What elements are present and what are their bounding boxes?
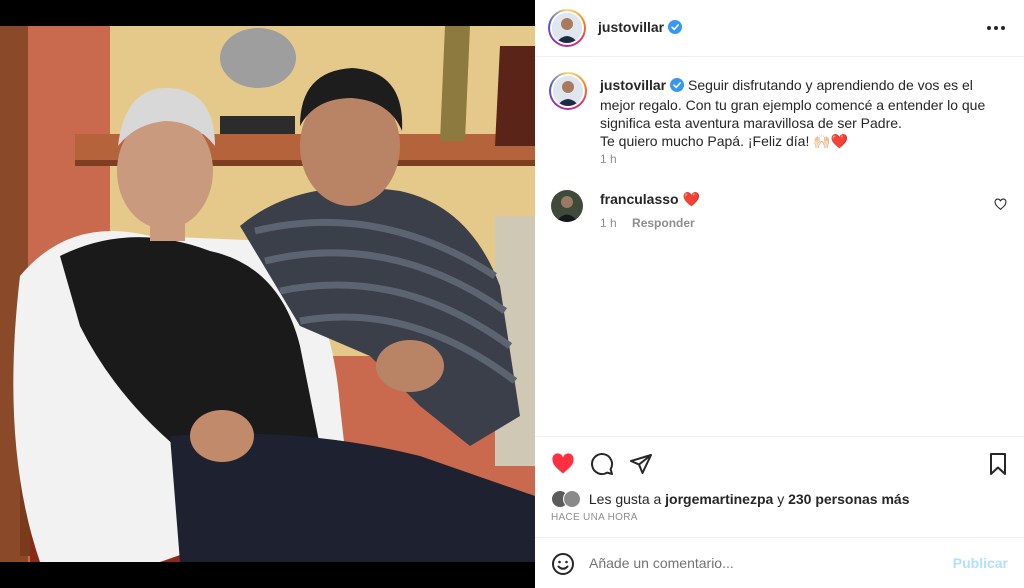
author-avatar[interactable] [548, 9, 586, 47]
publish-button[interactable]: Publicar [953, 555, 1008, 571]
bookmark-icon[interactable] [986, 452, 1010, 481]
caption-line: mejor regalo. Con tu gran ejemplo comenc… [600, 97, 986, 113]
comment-text: ❤️ [682, 191, 700, 207]
post-details-pane: justovillar justovillar Seguir disfrutan… [535, 0, 1024, 588]
liker-avatar[interactable] [563, 490, 581, 508]
comment-composer: Publicar [535, 537, 1024, 588]
post-action-bar [535, 436, 1024, 488]
verified-badge-icon [668, 20, 683, 39]
comment-bubble-icon[interactable] [590, 452, 614, 481]
post-media-pane [0, 0, 535, 588]
post-photo[interactable] [0, 26, 535, 562]
author-username[interactable]: justovillar [598, 19, 664, 35]
caption-age: 1 h [600, 152, 617, 166]
photo-illustration [0, 26, 535, 562]
likes-count-link[interactable]: 230 personas más [788, 491, 909, 507]
likes-user-link[interactable]: jorgemartinezpa [665, 491, 773, 507]
comment-like-heart-icon[interactable] [994, 198, 1007, 216]
commenter-avatar[interactable] [551, 190, 583, 222]
verified-badge-icon [670, 78, 685, 96]
reply-button[interactable]: Responder [632, 216, 695, 230]
heart-filled-icon[interactable] [551, 452, 575, 481]
caption-line: Te quiero mucho Papá. ¡Feliz día! 🙌🏻❤️ [600, 133, 849, 149]
more-horizontal-icon[interactable] [986, 18, 1006, 38]
smiley-icon[interactable] [551, 552, 575, 581]
caption-line: significa esta aventura maravillosa de s… [600, 115, 902, 131]
comment-username[interactable]: franculasso [600, 191, 679, 207]
likes-prefix: Les gusta a [588, 491, 662, 507]
comment-item: franculasso ❤️ 1 h Responder [549, 188, 1009, 232]
caption-author-username[interactable]: justovillar [600, 77, 666, 93]
caption-text: justovillar Seguir disfrutando y aprendi… [600, 76, 1000, 150]
paper-plane-icon[interactable] [629, 452, 653, 481]
caption-author-avatar[interactable] [549, 72, 587, 110]
caption-line: Seguir disfrutando y aprendiendo de vos … [688, 77, 973, 93]
likes-joiner: y [777, 491, 785, 507]
comment-age: 1 h [600, 216, 617, 230]
comment-input[interactable] [589, 548, 929, 578]
post-timestamp[interactable]: Hace una hora [551, 512, 638, 523]
likes-summary: Les gusta a jorgemartinezpa y 230 person… [551, 490, 910, 508]
post-header: justovillar [535, 0, 1024, 57]
